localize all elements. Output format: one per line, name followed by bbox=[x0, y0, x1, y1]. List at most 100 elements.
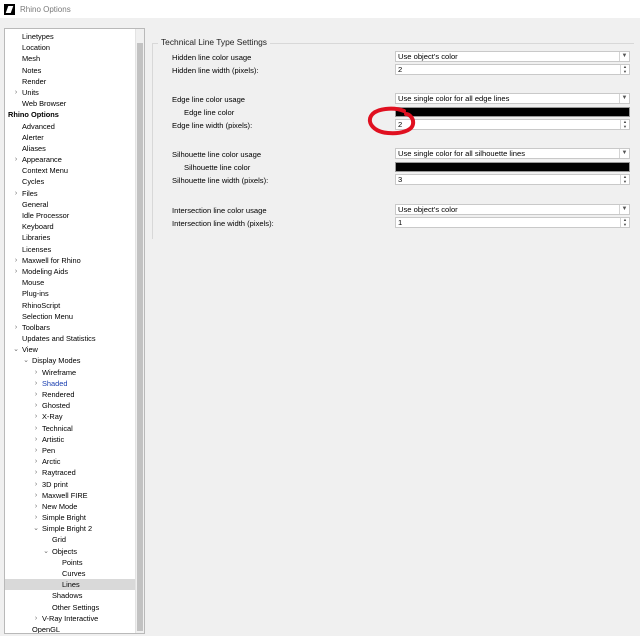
chevron-down-icon[interactable]: ⌄ bbox=[42, 546, 50, 557]
edge-color-dropdown[interactable]: Use single color for all edge lines ▼ bbox=[395, 93, 630, 104]
tree-item[interactable]: › Rendered bbox=[5, 389, 136, 400]
chevron-right-icon[interactable]: › bbox=[32, 490, 40, 501]
chevron-down-icon[interactable]: ▼ bbox=[619, 149, 629, 158]
chevron-right-icon[interactable]: › bbox=[32, 501, 40, 512]
chevron-right-icon[interactable]: › bbox=[32, 512, 40, 523]
chevron-down-icon[interactable]: ⌄ bbox=[32, 523, 40, 534]
tree-scrollbar[interactable] bbox=[135, 29, 144, 633]
tree-item[interactable]: Points bbox=[5, 557, 136, 568]
chevron-down-icon[interactable]: ⌄ bbox=[22, 355, 30, 366]
tree-item[interactable]: Other Settings bbox=[5, 602, 136, 613]
options-tree[interactable]: Linetypes Location Mesh Notes Render › Units We… bbox=[4, 28, 145, 634]
tree-item[interactable]: › Arctic bbox=[5, 456, 136, 467]
tree-item[interactable]: Cycles bbox=[5, 176, 136, 187]
hidden-color-dropdown[interactable]: Use object's color ▼ bbox=[395, 51, 630, 62]
tree-item[interactable]: Licenses bbox=[5, 244, 136, 255]
tree-item[interactable]: › Pen bbox=[5, 445, 136, 456]
tree-item[interactable]: Keyboard bbox=[5, 221, 136, 232]
tree-item[interactable]: Render bbox=[5, 76, 136, 87]
tree-item[interactable]: › Raytraced bbox=[5, 467, 136, 478]
tree-item[interactable]: Rhino Options bbox=[5, 109, 136, 120]
spinner-arrows-icon[interactable]: ▲ ▼ bbox=[620, 217, 629, 227]
chevron-right-icon[interactable]: › bbox=[32, 411, 40, 422]
tree-item[interactable]: › Technical bbox=[5, 423, 136, 434]
tree-item[interactable]: Idle Processor bbox=[5, 210, 136, 221]
tree-item[interactable]: › Artistic bbox=[5, 434, 136, 445]
tree-item[interactable]: ⌄ Simple Bright 2 bbox=[5, 523, 136, 534]
tree-item[interactable]: ⌄ Display Modes bbox=[5, 355, 136, 366]
tree-item[interactable]: › Simple Bright bbox=[5, 512, 136, 523]
tree-item[interactable]: › Ghosted bbox=[5, 400, 136, 411]
tree-item[interactable]: › Shaded bbox=[5, 378, 136, 389]
silhouette-width-input[interactable]: 3 ▲ ▼ bbox=[395, 174, 630, 185]
chevron-right-icon[interactable]: › bbox=[32, 434, 40, 445]
tree-item[interactable]: › Maxwell FIRE bbox=[5, 490, 136, 501]
chevron-right-icon[interactable]: › bbox=[32, 389, 40, 400]
chevron-down-icon[interactable]: ▼ bbox=[619, 52, 629, 61]
chevron-down-icon[interactable]: ▼ bbox=[619, 94, 629, 103]
chevron-right-icon[interactable]: › bbox=[32, 378, 40, 389]
tree-item[interactable]: › Appearance bbox=[5, 154, 136, 165]
chevron-right-icon[interactable]: › bbox=[32, 479, 40, 490]
edge-color-swatch[interactable] bbox=[395, 107, 630, 117]
chevron-down-icon[interactable]: ⌄ bbox=[12, 344, 20, 355]
tree-item[interactable]: Shadows bbox=[5, 590, 136, 601]
tree-item[interactable]: RhinoScript bbox=[5, 300, 136, 311]
tree-item[interactable]: Selection Menu bbox=[5, 311, 136, 322]
chevron-right-icon[interactable]: › bbox=[12, 188, 20, 199]
chevron-right-icon[interactable]: › bbox=[12, 322, 20, 333]
chevron-right-icon[interactable]: › bbox=[32, 456, 40, 467]
chevron-right-icon[interactable]: › bbox=[32, 367, 40, 378]
tree-item[interactable]: Linetypes bbox=[5, 31, 136, 42]
tree-item[interactable]: Context Menu bbox=[5, 165, 136, 176]
tree-item[interactable]: › Maxwell for Rhino bbox=[5, 255, 136, 266]
tree-item[interactable]: OpenGL bbox=[5, 624, 136, 633]
tree-item[interactable]: Aliases bbox=[5, 143, 136, 154]
chevron-right-icon[interactable]: › bbox=[32, 400, 40, 411]
chevron-right-icon[interactable]: › bbox=[12, 154, 20, 165]
chevron-right-icon[interactable]: › bbox=[12, 266, 20, 277]
spinner-arrows-icon[interactable]: ▲ ▼ bbox=[620, 174, 629, 184]
chevron-right-icon[interactable]: › bbox=[12, 87, 20, 98]
tree-item[interactable]: › Modeling Aids bbox=[5, 266, 136, 277]
spinner-arrows-icon[interactable]: ▲ ▼ bbox=[620, 64, 629, 74]
tree-item[interactable]: › X-Ray bbox=[5, 411, 136, 422]
tree-item[interactable]: Mouse bbox=[5, 277, 136, 288]
tree-item[interactable]: ⌄ Objects bbox=[5, 546, 136, 557]
silhouette-color-swatch[interactable] bbox=[395, 162, 630, 172]
tree-item[interactable]: General bbox=[5, 199, 136, 210]
chevron-right-icon[interactable]: › bbox=[12, 255, 20, 266]
tree-scroll-thumb[interactable] bbox=[137, 43, 143, 631]
tree-item[interactable]: Curves bbox=[5, 568, 136, 579]
tree-item[interactable]: Advanced bbox=[5, 121, 136, 132]
spinner-arrows-icon[interactable]: ▲ ▼ bbox=[620, 119, 629, 129]
tree-item[interactable]: Alerter bbox=[5, 132, 136, 143]
tree-item[interactable]: Mesh bbox=[5, 53, 136, 64]
chevron-right-icon[interactable]: › bbox=[32, 613, 40, 624]
edge-width-input[interactable]: 2 ▲ ▼ bbox=[395, 119, 630, 130]
chevron-right-icon[interactable]: › bbox=[32, 467, 40, 478]
tree-item[interactable]: › New Mode bbox=[5, 501, 136, 512]
tree-item[interactable]: › Units bbox=[5, 87, 136, 98]
chevron-right-icon[interactable]: › bbox=[32, 423, 40, 434]
tree-item[interactable]: Grid bbox=[5, 534, 136, 545]
hidden-width-input[interactable]: 2 ▲ ▼ bbox=[395, 64, 630, 75]
chevron-down-icon[interactable]: ▼ bbox=[619, 205, 629, 214]
tree-item[interactable]: › V-Ray Interactive bbox=[5, 613, 136, 624]
tree-item[interactable]: › 3D print bbox=[5, 479, 136, 490]
silhouette-color-dropdown[interactable]: Use single color for all silhouette line… bbox=[395, 148, 630, 159]
tree-item[interactable]: Notes bbox=[5, 65, 136, 76]
intersection-width-input[interactable]: 1 ▲ ▼ bbox=[395, 217, 630, 228]
tree-item[interactable]: Lines bbox=[5, 579, 136, 591]
tree-item[interactable]: Location bbox=[5, 42, 136, 53]
tree-item[interactable]: Web Browser bbox=[5, 98, 136, 109]
tree-item[interactable]: › Files bbox=[5, 188, 136, 199]
tree-item[interactable]: › Wireframe bbox=[5, 367, 136, 378]
tree-item[interactable]: Libraries bbox=[5, 232, 136, 243]
tree-item[interactable]: Updates and Statistics bbox=[5, 333, 136, 344]
tree-item[interactable]: › Toolbars bbox=[5, 322, 136, 333]
tree-item[interactable]: Plug-ins bbox=[5, 288, 136, 299]
chevron-right-icon[interactable]: › bbox=[32, 445, 40, 456]
intersection-color-dropdown[interactable]: Use object's color ▼ bbox=[395, 204, 630, 215]
tree-item[interactable]: ⌄ View bbox=[5, 344, 136, 355]
